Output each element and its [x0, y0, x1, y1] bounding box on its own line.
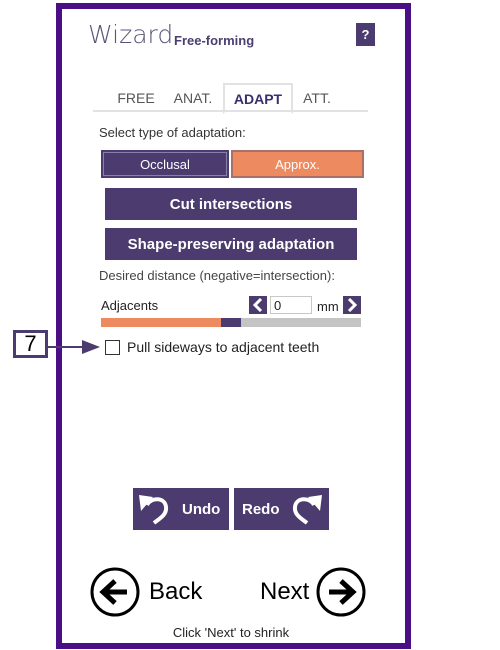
callout-label: 7	[13, 330, 48, 358]
desired-distance-label: Desired distance (negative=intersection)…	[99, 268, 335, 283]
distance-input[interactable]	[270, 296, 312, 314]
next-button[interactable]: Next	[260, 566, 367, 618]
shape-preserving-adaptation-button[interactable]: Shape-preserving adaptation	[105, 228, 357, 260]
adjacents-label: Adjacents	[101, 298, 159, 313]
back-button[interactable]: Back	[89, 566, 202, 618]
arrow-right-circle-icon	[316, 567, 366, 617]
slider-fill	[101, 318, 221, 327]
undo-label: Undo	[182, 500, 221, 518]
wizard-title: Wizard	[88, 20, 174, 49]
callout-arrow	[48, 340, 100, 354]
pull-sideways-checkbox[interactable]	[105, 339, 120, 355]
next-label: Next	[260, 578, 310, 605]
approx-button[interactable]: Approx.	[231, 150, 364, 178]
arrow-left-circle-icon	[90, 567, 140, 617]
chevron-right-icon	[347, 298, 358, 312]
redo-button[interactable]: Redo	[234, 488, 329, 530]
tab-att[interactable]: ATT.	[297, 83, 337, 112]
wizard-subtitle: Free-forming	[174, 33, 255, 48]
distance-slider[interactable]	[101, 318, 361, 327]
increment-button[interactable]	[343, 296, 361, 314]
redo-label: Redo	[242, 500, 280, 518]
back-label: Back	[149, 578, 203, 605]
pull-sideways-checkbox-row[interactable]: Pull sideways to adjacent teeth	[105, 339, 319, 355]
chevron-left-icon	[252, 298, 263, 312]
redo-icon	[292, 495, 322, 525]
cut-intersections-button[interactable]: Cut intersections	[105, 188, 357, 220]
decrement-button[interactable]	[249, 296, 267, 314]
pull-sideways-label: Pull sideways to adjacent teeth	[127, 339, 320, 355]
tab-adapt[interactable]: ADAPT	[223, 83, 293, 114]
tab-free[interactable]: FREE	[111, 83, 161, 112]
undo-button[interactable]: Undo	[133, 488, 229, 530]
unit-label: mm	[317, 299, 339, 314]
adaptation-type-label: Select type of adaptation:	[99, 125, 246, 140]
slider-thumb[interactable]	[221, 318, 241, 327]
hint-text: Click 'Next' to shrink	[172, 625, 290, 640]
occlusal-button[interactable]: Occlusal	[101, 150, 229, 178]
help-button[interactable]: ?	[356, 23, 375, 46]
tab-anat[interactable]: ANAT.	[165, 83, 221, 112]
tab-bar: FREE ANAT. ADAPT ATT.	[93, 83, 368, 114]
undo-icon	[139, 495, 169, 525]
